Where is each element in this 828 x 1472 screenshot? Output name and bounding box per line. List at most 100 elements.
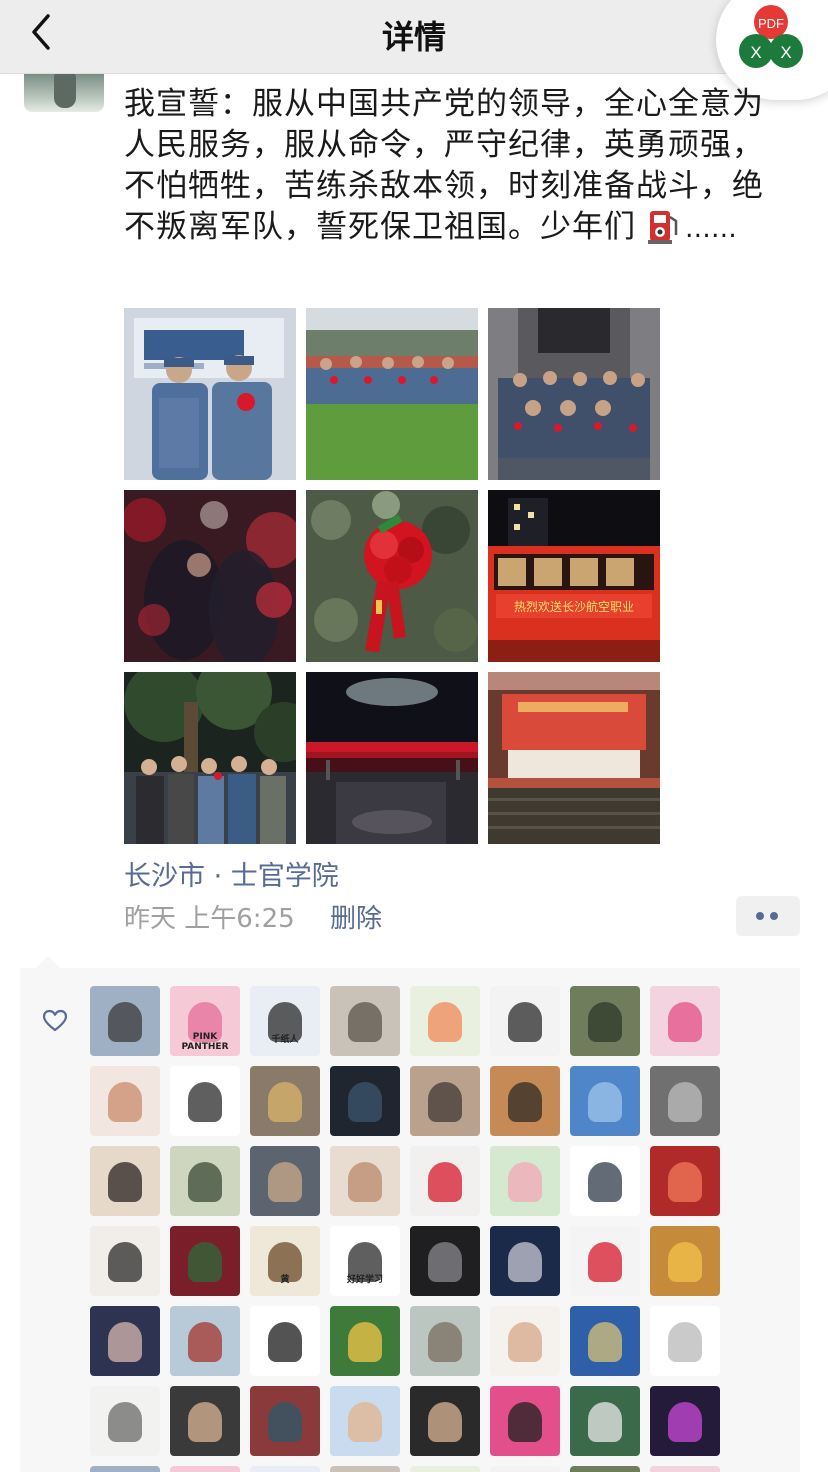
- dot-icon: [756, 912, 764, 920]
- heart-icon: [42, 1009, 68, 1032]
- liker-avatar[interactable]: [90, 1466, 160, 1472]
- avatar-figure: [508, 1082, 542, 1122]
- liker-avatar[interactable]: [410, 1146, 480, 1216]
- avatar-figure: [188, 1082, 222, 1122]
- photo-bus-banner[interactable]: 热烈欢送长沙航空职业: [488, 490, 660, 662]
- liker-avatar[interactable]: [570, 1466, 640, 1472]
- liker-avatar[interactable]: [650, 986, 720, 1056]
- liker-avatar[interactable]: PINK PANTHER: [170, 986, 240, 1056]
- liker-avatar[interactable]: [410, 1226, 480, 1296]
- liker-avatar[interactable]: [330, 986, 400, 1056]
- svg-text:PDF: PDF: [758, 16, 784, 31]
- liker-avatar[interactable]: [650, 1306, 720, 1376]
- liker-avatar[interactable]: [90, 1306, 160, 1376]
- photo-tree-group[interactable]: [124, 672, 296, 844]
- avatar-figure: [588, 1082, 622, 1122]
- liker-avatar[interactable]: [330, 1466, 400, 1472]
- liker-avatar[interactable]: [490, 1146, 560, 1216]
- liker-avatar[interactable]: [650, 1226, 720, 1296]
- liker-avatar[interactable]: [570, 1146, 640, 1216]
- photo-night-street[interactable]: [306, 672, 478, 844]
- avatar-text: 黄: [280, 1275, 290, 1285]
- avatar-figure: [508, 1002, 542, 1042]
- liker-avatar[interactable]: [410, 986, 480, 1056]
- photo-indoor-group[interactable]: [488, 308, 660, 480]
- avatar-figure: [268, 1402, 302, 1442]
- avatar-figure: [108, 1242, 142, 1282]
- avatar-figure: [428, 1402, 462, 1442]
- liker-avatar[interactable]: [90, 1386, 160, 1456]
- liker-avatar[interactable]: [330, 1386, 400, 1456]
- liker-avatar[interactable]: [650, 1066, 720, 1136]
- liker-avatar[interactable]: [410, 1466, 480, 1472]
- liker-avatar[interactable]: [170, 1146, 240, 1216]
- liker-avatar[interactable]: [490, 1066, 560, 1136]
- liker-avatar[interactable]: [570, 1066, 640, 1136]
- photo-night-crowd[interactable]: [124, 490, 296, 662]
- likes-panel: PINK PANTHER 千纸人黄 好好学习: [20, 968, 800, 1472]
- avatar-figure: [588, 1242, 622, 1282]
- liker-avatar[interactable]: [650, 1386, 720, 1456]
- liker-avatar[interactable]: [330, 1146, 400, 1216]
- liker-avatar[interactable]: [90, 1066, 160, 1136]
- liker-avatar[interactable]: [250, 1146, 320, 1216]
- avatar-figure: [188, 1242, 222, 1282]
- avatar-figure: [668, 1322, 702, 1362]
- liker-avatar[interactable]: [490, 1466, 560, 1472]
- avatar-text: 好好学习: [346, 1275, 383, 1285]
- post-location[interactable]: 长沙市 · 士官学院: [124, 854, 339, 893]
- liker-avatar[interactable]: [330, 1306, 400, 1376]
- avatar-figure: [348, 1322, 382, 1362]
- delete-button[interactable]: 删除: [330, 898, 382, 935]
- liker-avatar[interactable]: [570, 1306, 640, 1376]
- avatar-figure: [668, 1402, 702, 1442]
- liker-avatar[interactable]: [650, 1146, 720, 1216]
- liker-avatar[interactable]: [410, 1066, 480, 1136]
- liker-avatar[interactable]: [570, 986, 640, 1056]
- liker-avatar[interactable]: [90, 1226, 160, 1296]
- avatar-figure: [348, 1162, 382, 1202]
- liker-avatar[interactable]: 黄: [250, 1226, 320, 1296]
- author-avatar[interactable]: [24, 74, 104, 112]
- liker-avatar[interactable]: [570, 1386, 640, 1456]
- liker-avatar[interactable]: [90, 986, 160, 1056]
- avatar-figure: [188, 1322, 222, 1362]
- avatar-figure: [428, 1082, 462, 1122]
- liker-avatar[interactable]: [250, 1466, 320, 1472]
- fuel-pump-emoji: [647, 211, 678, 244]
- liker-avatar[interactable]: [490, 986, 560, 1056]
- svg-text:X: X: [780, 43, 791, 62]
- liker-avatar[interactable]: 千纸人: [250, 986, 320, 1056]
- post-ellipsis: ……: [684, 214, 737, 244]
- liker-avatar[interactable]: 好好学习: [330, 1226, 400, 1296]
- liker-avatar[interactable]: [410, 1386, 480, 1456]
- liker-avatar[interactable]: [410, 1306, 480, 1376]
- liker-avatar[interactable]: [250, 1386, 320, 1456]
- avatar-figure: [588, 1402, 622, 1442]
- svg-text:热烈欢送长沙航空职业: 热烈欢送长沙航空职业: [514, 599, 634, 614]
- avatar-figure: [508, 1162, 542, 1202]
- avatar-figure: [188, 1162, 222, 1202]
- liker-avatar[interactable]: [490, 1306, 560, 1376]
- liker-avatar[interactable]: [650, 1466, 720, 1472]
- liker-avatar[interactable]: [170, 1306, 240, 1376]
- liker-avatar[interactable]: [570, 1226, 640, 1296]
- liker-avatar[interactable]: [90, 1146, 160, 1216]
- liker-avatar[interactable]: [250, 1066, 320, 1136]
- avatar-figure: [668, 1162, 702, 1202]
- photo-field-group[interactable]: [306, 308, 478, 480]
- photo-recruit-portrait[interactable]: [124, 308, 296, 480]
- dot-icon: [770, 912, 778, 920]
- more-options-button[interactable]: [736, 896, 800, 936]
- likes-panel-arrow: [36, 956, 60, 968]
- liker-avatar[interactable]: [250, 1306, 320, 1376]
- photo-auditorium[interactable]: [488, 672, 660, 844]
- liker-avatar[interactable]: [170, 1066, 240, 1136]
- liker-avatar[interactable]: [490, 1386, 560, 1456]
- liker-avatar[interactable]: [170, 1466, 240, 1472]
- liker-avatar[interactable]: [170, 1386, 240, 1456]
- photo-red-flower-badge[interactable]: [306, 490, 478, 662]
- liker-avatar[interactable]: [170, 1226, 240, 1296]
- liker-avatar[interactable]: [490, 1226, 560, 1296]
- liker-avatar[interactable]: [330, 1066, 400, 1136]
